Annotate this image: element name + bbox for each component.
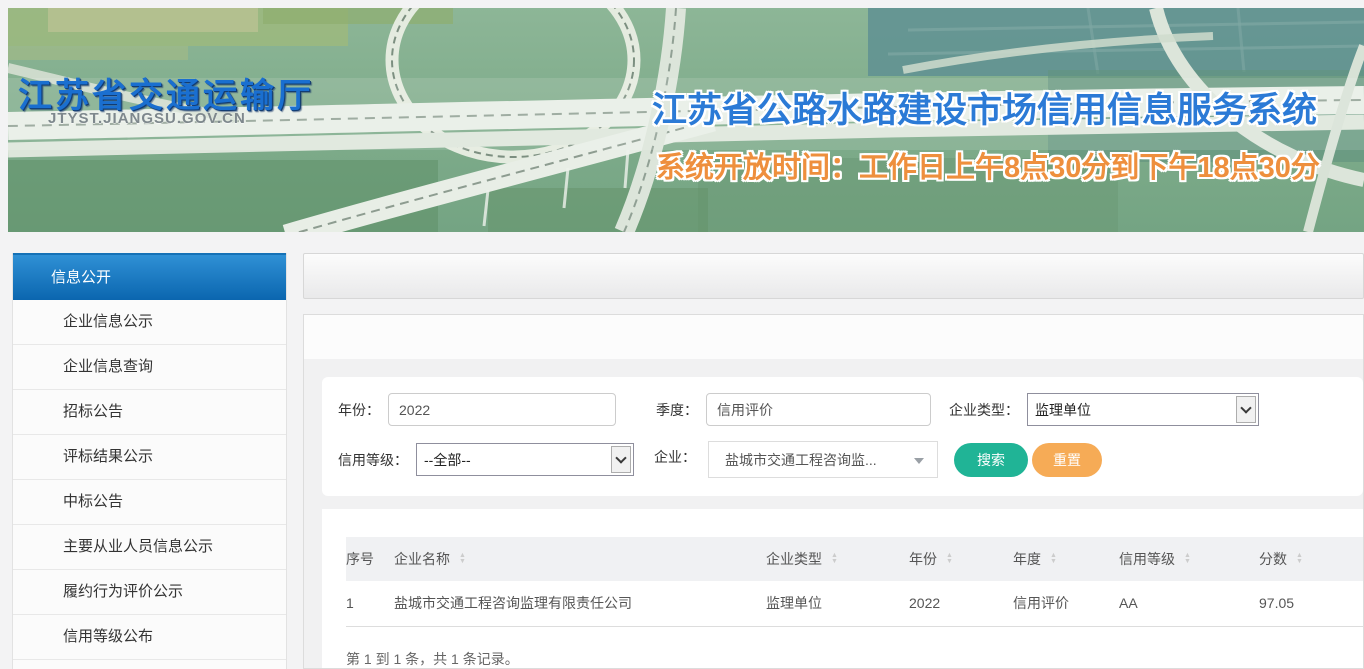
sort-icon[interactable]: ▲▼ bbox=[459, 553, 466, 565]
cell-year: 2022 bbox=[909, 581, 1013, 626]
company-type-label: 企业类型： bbox=[949, 400, 1019, 420]
search-form-row-1: 年份： 季度： 企业类型： 监理单位 bbox=[338, 393, 1363, 426]
results-table: 序号 企业名称▲▼ 企业类型▲▼ 年份▲▼ bbox=[346, 537, 1363, 627]
credit-level-select[interactable]: --全部-- bbox=[416, 443, 634, 476]
company-combobox[interactable]: 盐城市交通工程咨询监... bbox=[708, 441, 938, 478]
table-row[interactable]: 1 盐城市交通工程咨询监理有限责任公司 监理单位 2022 信用评价 AA 97… bbox=[346, 581, 1363, 626]
sidebar-item-company-info-publicity[interactable]: 企业信息公示 bbox=[13, 300, 286, 345]
year-input[interactable] bbox=[388, 393, 616, 426]
col-header-company-name[interactable]: 企业名称▲▼ bbox=[394, 537, 766, 581]
sidebar-item-winning-bid-announcement[interactable]: 中标公告 bbox=[13, 480, 286, 525]
cell-score: 97.05 bbox=[1259, 581, 1363, 626]
sidebar-nav: 信息公开 企业信息公示 企业信息查询 招标公告 评标结果公示 中标公告 主要从业… bbox=[12, 253, 287, 669]
col-header-year[interactable]: 年份▲▼ bbox=[909, 537, 1013, 581]
search-button[interactable]: 搜索 bbox=[954, 443, 1028, 477]
year-label: 年份： bbox=[338, 400, 380, 420]
sort-icon[interactable]: ▲▼ bbox=[1050, 553, 1057, 565]
sort-icon[interactable]: ▲▼ bbox=[831, 553, 838, 565]
sidebar-item-performance-evaluation[interactable]: 履约行为评价公示 bbox=[13, 570, 286, 615]
cell-company-name: 盐城市交通工程咨询监理有限责任公司 bbox=[394, 581, 766, 626]
sidebar-item-key-personnel-info[interactable]: 主要从业人员信息公示 bbox=[13, 525, 286, 570]
sidebar-item-credit-rating-release[interactable]: 信用等级公布 bbox=[13, 615, 286, 660]
panel-body: 年份： 季度： 企业类型： 监理单位 信用等级： --全部-- bbox=[304, 359, 1363, 669]
company-label: 企业： bbox=[654, 447, 696, 467]
cell-company-type: 监理单位 bbox=[766, 581, 909, 626]
table-header-row: 序号 企业名称▲▼ 企业类型▲▼ 年份▲▼ bbox=[346, 537, 1363, 581]
col-header-period[interactable]: 年度▲▼ bbox=[1013, 537, 1119, 581]
cell-serial: 1 bbox=[346, 581, 394, 626]
reset-button[interactable]: 重置 bbox=[1032, 443, 1102, 477]
caret-down-icon bbox=[914, 458, 924, 464]
main-content: 年份： 季度： 企业类型： 监理单位 信用等级： --全部-- bbox=[303, 253, 1364, 669]
sort-icon[interactable]: ▲▼ bbox=[1184, 553, 1191, 565]
header-banner: 江苏省交通运输厅 JTYST.JIANGSU.GOV.CN 江苏省公路水路建设市… bbox=[8, 8, 1364, 232]
panel-top-spacer bbox=[304, 315, 1363, 359]
company-type-select[interactable]: 监理单位 bbox=[1027, 393, 1259, 426]
col-header-company-type[interactable]: 企业类型▲▼ bbox=[766, 537, 909, 581]
content-panel: 年份： 季度： 企业类型： 监理单位 信用等级： --全部-- bbox=[303, 314, 1364, 669]
company-value: 盐城市交通工程咨询监... bbox=[725, 450, 877, 470]
sort-icon[interactable]: ▲▼ bbox=[946, 553, 953, 565]
company-type-value: 监理单位 bbox=[1035, 400, 1091, 420]
records-count-text: 第 1 到 1 条，共 1 条记录。 bbox=[346, 649, 1363, 669]
sidebar-item-cutoff bbox=[13, 660, 286, 669]
quarter-input[interactable] bbox=[706, 393, 931, 426]
cell-period: 信用评价 bbox=[1013, 581, 1119, 626]
breadcrumb-bar bbox=[303, 253, 1364, 299]
col-header-serial: 序号 bbox=[346, 537, 394, 581]
chevron-down-icon bbox=[611, 446, 631, 473]
page-layout: 信息公开 企业信息公示 企业信息查询 招标公告 评标结果公示 中标公告 主要从业… bbox=[12, 253, 1364, 669]
system-open-hours: 系统开放时间：工作日上午8点30分到下午18点30分 bbox=[656, 144, 1320, 186]
col-header-credit-level[interactable]: 信用等级▲▼ bbox=[1119, 537, 1259, 581]
sort-icon[interactable]: ▲▼ bbox=[1296, 553, 1303, 565]
sidebar-item-company-info-query[interactable]: 企业信息查询 bbox=[13, 345, 286, 390]
sidebar-header-info-disclosure[interactable]: 信息公开 bbox=[13, 253, 286, 300]
results-table-card: 序号 企业名称▲▼ 企业类型▲▼ 年份▲▼ bbox=[322, 509, 1363, 669]
chevron-down-icon bbox=[1236, 396, 1256, 423]
department-url: JTYST.JIANGSU.GOV.CN bbox=[48, 110, 246, 127]
cell-credit-level: AA bbox=[1119, 581, 1259, 626]
system-title: 江苏省公路水路建设市场信用信息服务系统 bbox=[652, 82, 1317, 133]
sidebar-item-bid-announcement[interactable]: 招标公告 bbox=[13, 390, 286, 435]
quarter-label: 季度： bbox=[656, 400, 698, 420]
search-form-row-2: 信用等级： --全部-- 企业： 盐城市交通工程咨询监... 搜索 重置 bbox=[338, 441, 1363, 478]
credit-level-label: 信用等级： bbox=[338, 450, 408, 470]
credit-level-value: --全部-- bbox=[424, 450, 471, 470]
sidebar-item-bid-evaluation-result[interactable]: 评标结果公示 bbox=[13, 435, 286, 480]
col-header-score[interactable]: 分数▲▼ bbox=[1259, 537, 1363, 581]
search-form-card: 年份： 季度： 企业类型： 监理单位 信用等级： --全部-- bbox=[322, 377, 1363, 496]
